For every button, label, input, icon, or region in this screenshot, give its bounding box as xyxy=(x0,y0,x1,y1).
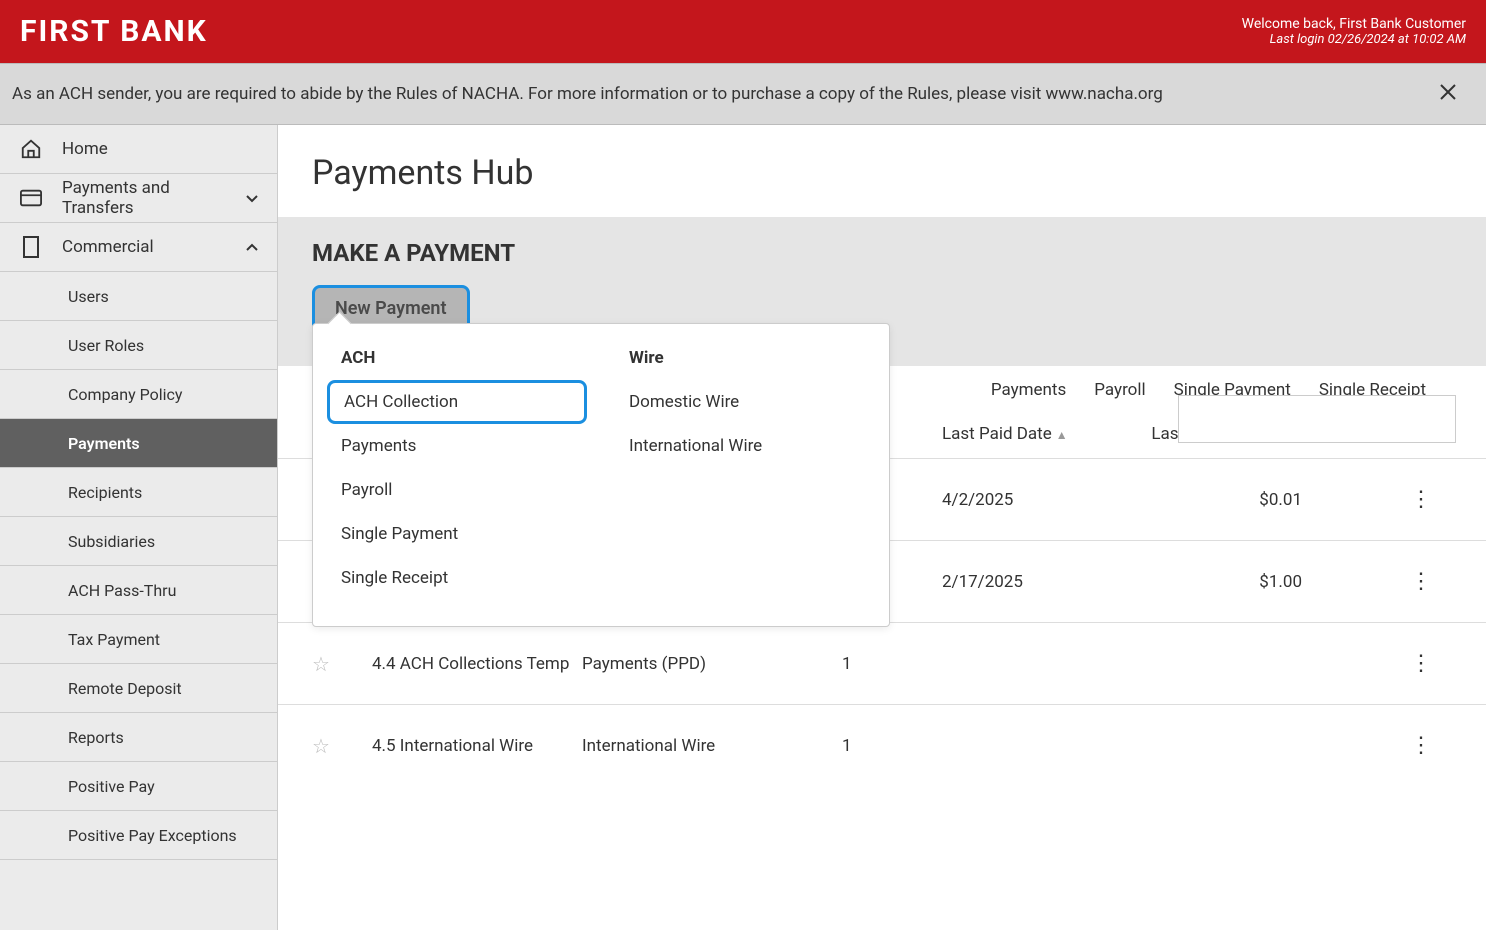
dropdown-item-payroll[interactable]: Payroll xyxy=(313,468,601,512)
sidebar-item-reports[interactable]: Reports xyxy=(0,713,277,762)
sidebar-label: Home xyxy=(62,139,108,159)
sidebar: Home Payments and Transfers Commercial U… xyxy=(0,125,278,930)
sidebar-item-company-policy[interactable]: Company Policy xyxy=(0,370,277,419)
kebab-icon[interactable]: ⋮ xyxy=(1410,487,1432,512)
welcome-block: Welcome back, First Bank Customer Last l… xyxy=(1242,16,1466,47)
table-row: ☆ 4.5 International Wire International W… xyxy=(278,705,1486,786)
content-area: Payments Hub MAKE A PAYMENT New Payment … xyxy=(278,125,1486,930)
make-payment-heading: MAKE A PAYMENT xyxy=(312,239,1452,267)
sidebar-item-tax-payment[interactable]: Tax Payment xyxy=(0,615,277,664)
page-title: Payments Hub xyxy=(278,125,1486,217)
dropdown-item-single-payment[interactable]: Single Payment xyxy=(313,512,601,556)
welcome-text: Welcome back, First Bank Customer xyxy=(1242,16,1466,32)
sidebar-item-users[interactable]: Users xyxy=(0,272,277,321)
row-type: International Wire xyxy=(582,736,842,756)
dropdown-item-international-wire[interactable]: International Wire xyxy=(601,424,889,468)
dropdown-wire-column: Wire Domestic Wire International Wire xyxy=(601,342,889,600)
sidebar-item-user-roles[interactable]: User Roles xyxy=(0,321,277,370)
sidebar-item-payments-transfers[interactable]: Payments and Transfers xyxy=(0,174,277,223)
card-icon xyxy=(18,185,44,211)
sidebar-item-subsidiaries[interactable]: Subsidiaries xyxy=(0,517,277,566)
sidebar-item-home[interactable]: Home xyxy=(0,125,277,174)
dropdown-ach-column: ACH ACH Collection Payments Payroll Sing… xyxy=(313,342,601,600)
header-bar: FIRST BANK Welcome back, First Bank Cust… xyxy=(0,0,1486,63)
chevron-down-icon xyxy=(245,193,259,203)
sidebar-item-payments[interactable]: Payments xyxy=(0,419,277,468)
building-icon xyxy=(18,234,44,260)
row-date: 4/2/2025 xyxy=(942,490,1122,510)
dropdown-item-single-receipt[interactable]: Single Receipt xyxy=(313,556,601,600)
row-amount: $1.00 xyxy=(1122,572,1342,592)
dropdown-item-ach-collection[interactable]: ACH Collection xyxy=(327,380,587,424)
table-row: ☆ 4.4 ACH Collections Temp Payments (PPD… xyxy=(278,623,1486,705)
star-icon[interactable]: ☆ xyxy=(312,652,330,676)
chevron-up-icon xyxy=(245,242,259,252)
sidebar-item-commercial[interactable]: Commercial xyxy=(0,223,277,272)
sidebar-item-positive-pay-exceptions[interactable]: Positive Pay Exceptions xyxy=(0,811,277,860)
kebab-icon[interactable]: ⋮ xyxy=(1410,569,1432,594)
dropdown-item-domestic-wire[interactable]: Domestic Wire xyxy=(601,380,889,424)
sidebar-item-ach-passthru[interactable]: ACH Pass-Thru xyxy=(0,566,277,615)
sidebar-label: Commercial xyxy=(62,237,154,257)
notice-text: As an ACH sender, you are required to ab… xyxy=(12,84,1163,104)
close-icon[interactable] xyxy=(1430,75,1466,113)
kebab-icon[interactable]: ⋮ xyxy=(1410,651,1432,676)
row-recipients: 1 xyxy=(842,736,942,756)
row-date: 2/17/2025 xyxy=(942,572,1122,592)
notice-bar: As an ACH sender, you are required to ab… xyxy=(0,63,1486,125)
last-login-text: Last login 02/26/2024 at 10:02 AM xyxy=(1242,32,1466,47)
col-last-paid-date[interactable]: Last Paid Date▲ xyxy=(942,424,1122,444)
new-payment-dropdown: ACH ACH Collection Payments Payroll Sing… xyxy=(312,323,890,627)
search-input[interactable] xyxy=(1178,395,1456,443)
row-recipients: 1 xyxy=(842,654,942,674)
dropdown-head-ach: ACH xyxy=(313,342,601,380)
dropdown-item-payments[interactable]: Payments xyxy=(313,424,601,468)
kebab-icon[interactable]: ⋮ xyxy=(1410,733,1432,758)
dropdown-head-wire: Wire xyxy=(601,342,889,380)
filter-payroll[interactable]: Payroll xyxy=(1094,380,1145,400)
row-type: Payments (PPD) xyxy=(582,654,842,674)
sidebar-item-positive-pay[interactable]: Positive Pay xyxy=(0,762,277,811)
sidebar-item-remote-deposit[interactable]: Remote Deposit xyxy=(0,664,277,713)
sidebar-item-recipients[interactable]: Recipients xyxy=(0,468,277,517)
star-icon[interactable]: ☆ xyxy=(312,734,330,758)
filter-payments[interactable]: Payments xyxy=(991,380,1066,400)
home-icon xyxy=(18,136,44,162)
sort-icon: ▲ xyxy=(1056,428,1068,442)
sidebar-label: Payments and Transfers xyxy=(62,178,245,218)
row-amount: $0.01 xyxy=(1122,490,1342,510)
row-name: 4.5 International Wire xyxy=(372,736,582,756)
logo: FIRST BANK xyxy=(20,14,208,49)
row-name: 4.4 ACH Collections Temp xyxy=(372,654,582,674)
